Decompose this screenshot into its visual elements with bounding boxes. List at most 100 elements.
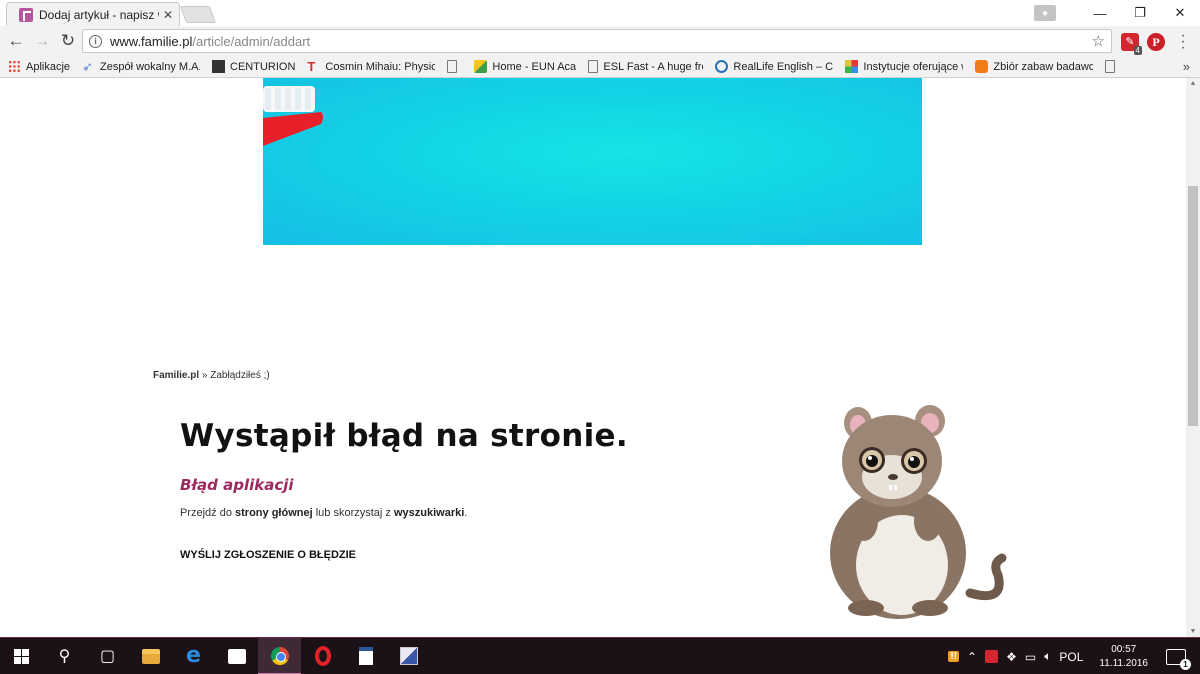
- address-url[interactable]: www.familie.pl/article/admin/addart: [110, 34, 310, 49]
- back-arrow-icon[interactable]: ←: [3, 31, 29, 51]
- breadcrumb-separator: »: [199, 370, 211, 381]
- hero-banner-image: [263, 78, 922, 245]
- clock-time: 00:57: [1111, 643, 1137, 655]
- tab-title: Dodaj artykuł - napisz wł: [39, 7, 159, 22]
- document-icon: [358, 647, 373, 665]
- close-window-button[interactable]: ✕: [1160, 5, 1200, 21]
- tray-volume-icon[interactable]: 🔈︎: [1044, 649, 1051, 664]
- search-icon: ⚲: [58, 648, 71, 665]
- homepage-link[interactable]: strony głównej: [235, 507, 313, 519]
- desc-middle: lub skorzystaj z: [312, 507, 394, 519]
- ted-t-icon: T: [307, 59, 316, 74]
- bookmarks-overflow-chevron-icon[interactable]: »: [1183, 56, 1190, 78]
- restore-button[interactable]: ❐: [1120, 5, 1160, 21]
- task-view-button[interactable]: ▢: [86, 638, 129, 674]
- opera-button[interactable]: [301, 638, 344, 674]
- colorful-square-icon: [845, 60, 859, 73]
- bookmark-label: RealLife English – Con: [733, 60, 834, 73]
- windows-taskbar: ⚲ ▢ e !! ⌃ ❖ ▭ 🔈︎ POL 00:57 11.11.2016 1: [0, 637, 1200, 674]
- bookmarks-bar: Aplikacje ➶ Zespół wokalny M.A.T CENTURION T…: [0, 56, 1200, 78]
- bookmark-label: Instytucje oferujące w: [863, 60, 964, 73]
- start-button[interactable]: [0, 638, 43, 674]
- bookmark-label: Cosmin Mihaiu: Physic: [325, 60, 436, 73]
- chrome-taskbar-button[interactable]: [258, 637, 301, 674]
- bookmark-label: Zbiór zabaw badawcz: [993, 60, 1094, 73]
- page-scrollbar[interactable]: ▲ ▼: [1186, 78, 1200, 637]
- error-description: Przejdź do strony głównej lub skorzystaj…: [180, 507, 467, 519]
- toothbrush-image: [263, 86, 323, 146]
- blank-page-icon: [447, 60, 458, 73]
- bookmark-item[interactable]: ESL Fast - A huge free: [588, 60, 703, 73]
- bookmark-item[interactable]: CENTURION: [212, 60, 295, 73]
- new-tab-button[interactable]: [179, 6, 217, 23]
- site-info-icon[interactable]: i: [89, 34, 102, 48]
- bookmark-item[interactable]: ➶ Zespół wokalny M.A.T: [82, 60, 200, 73]
- tray-dropbox-icon[interactable]: ❖: [1006, 650, 1017, 664]
- bookmark-item[interactable]: RealLife English – Con: [715, 60, 833, 73]
- blogger-icon: [975, 60, 989, 73]
- taskbar-clock[interactable]: 00:57 11.11.2016: [1099, 643, 1148, 671]
- browser-toolbar: ← → ↻ i www.familie.pl/article/admin/add…: [0, 26, 1200, 56]
- scroll-up-arrow-icon[interactable]: ▲: [1186, 80, 1200, 87]
- error-title: Wystąpił błąd na stronie.: [180, 418, 628, 454]
- bookmark-item[interactable]: Aplikacje: [8, 60, 70, 73]
- scrollbar-thumb[interactable]: [1188, 186, 1198, 426]
- bookmark-item[interactable]: T Cosmin Mihaiu: Physic: [307, 60, 435, 73]
- task-view-icon: ▢: [99, 648, 116, 665]
- tray-warning-icon[interactable]: !!: [948, 651, 960, 662]
- folder-icon: [141, 648, 160, 664]
- bookmark-item[interactable]: [1105, 60, 1120, 73]
- tray-battery-icon[interactable]: ▭: [1025, 650, 1036, 664]
- tray-chevron-up-icon[interactable]: ⌃: [967, 650, 977, 664]
- store-bag-icon: [227, 648, 246, 664]
- reallife-icon: [715, 60, 729, 73]
- bookmark-label: ESL Fast - A huge free: [603, 60, 704, 73]
- browser-tab-active[interactable]: Dodaj artykuł - napisz wł ✕: [6, 2, 180, 26]
- opera-icon: [314, 646, 331, 666]
- breadcrumb-current: Zabłądziłeś ;): [210, 370, 270, 381]
- address-bar[interactable]: i www.familie.pl/article/admin/addart ☆: [82, 29, 1112, 53]
- file-explorer-button[interactable]: [129, 638, 172, 674]
- desc-suffix: .: [464, 507, 468, 519]
- reload-icon[interactable]: ↻: [55, 31, 81, 51]
- search-link[interactable]: wyszukiwarki: [394, 507, 464, 519]
- paper-plane-icon: ➶: [82, 59, 93, 74]
- image-editor-icon: [399, 647, 418, 665]
- image-app-button[interactable]: [387, 638, 430, 674]
- profile-avatar-icon[interactable]: ●: [1034, 5, 1056, 21]
- chrome-menu-icon[interactable]: · · ·: [1178, 28, 1188, 56]
- bookmark-label: Aplikacje: [26, 60, 71, 73]
- action-center-icon[interactable]: 1: [1166, 648, 1191, 670]
- tab-close-icon[interactable]: ✕: [163, 8, 173, 22]
- apps-grid-icon: [8, 60, 21, 73]
- search-button[interactable]: ⚲: [43, 638, 86, 674]
- bookmark-item[interactable]: Zbiór zabaw badawcz: [975, 60, 1093, 73]
- minimize-button[interactable]: —: [1080, 6, 1120, 21]
- breadcrumb: Familie.pl » Zabłądziłeś ;): [153, 370, 270, 381]
- bookmark-item[interactable]: [447, 60, 462, 73]
- report-error-link[interactable]: WYŚLIJ ZGŁOSZENIE O BŁĘDZIE: [180, 549, 356, 561]
- clock-date: 11.11.2016: [1099, 657, 1148, 669]
- scroll-down-arrow-icon[interactable]: ▼: [1186, 628, 1200, 635]
- acrobat-extension-icon[interactable]: ✎ 4: [1121, 33, 1142, 55]
- window-controls: ● — ❐ ✕: [1034, 0, 1200, 26]
- edge-button[interactable]: e: [172, 638, 215, 674]
- blank-page-icon: [1105, 60, 1116, 73]
- store-button[interactable]: [215, 638, 258, 674]
- familie-favicon-icon: [19, 7, 33, 22]
- desc-prefix: Przejdź do: [180, 507, 236, 519]
- windows-logo-icon: [14, 648, 29, 664]
- bookmark-star-icon[interactable]: ☆: [1092, 32, 1105, 50]
- pinterest-extension-icon[interactable]: P: [1147, 33, 1165, 51]
- acrobat-badge: 4: [1133, 46, 1142, 55]
- breadcrumb-home-link[interactable]: Familie.pl: [153, 370, 199, 381]
- tray-language[interactable]: POL: [1059, 650, 1083, 664]
- bookmark-item[interactable]: Instytucje oferujące w: [845, 60, 963, 73]
- url-path: /article/admin/addart: [192, 33, 311, 49]
- bookmark-item[interactable]: Home - EUN Academ: [474, 60, 576, 73]
- column-building-icon: [212, 60, 226, 73]
- document-app-button[interactable]: [344, 638, 387, 674]
- forward-arrow-icon[interactable]: →: [29, 31, 55, 51]
- eun-academy-icon: [474, 60, 488, 73]
- tray-acrobat-icon[interactable]: [985, 650, 999, 663]
